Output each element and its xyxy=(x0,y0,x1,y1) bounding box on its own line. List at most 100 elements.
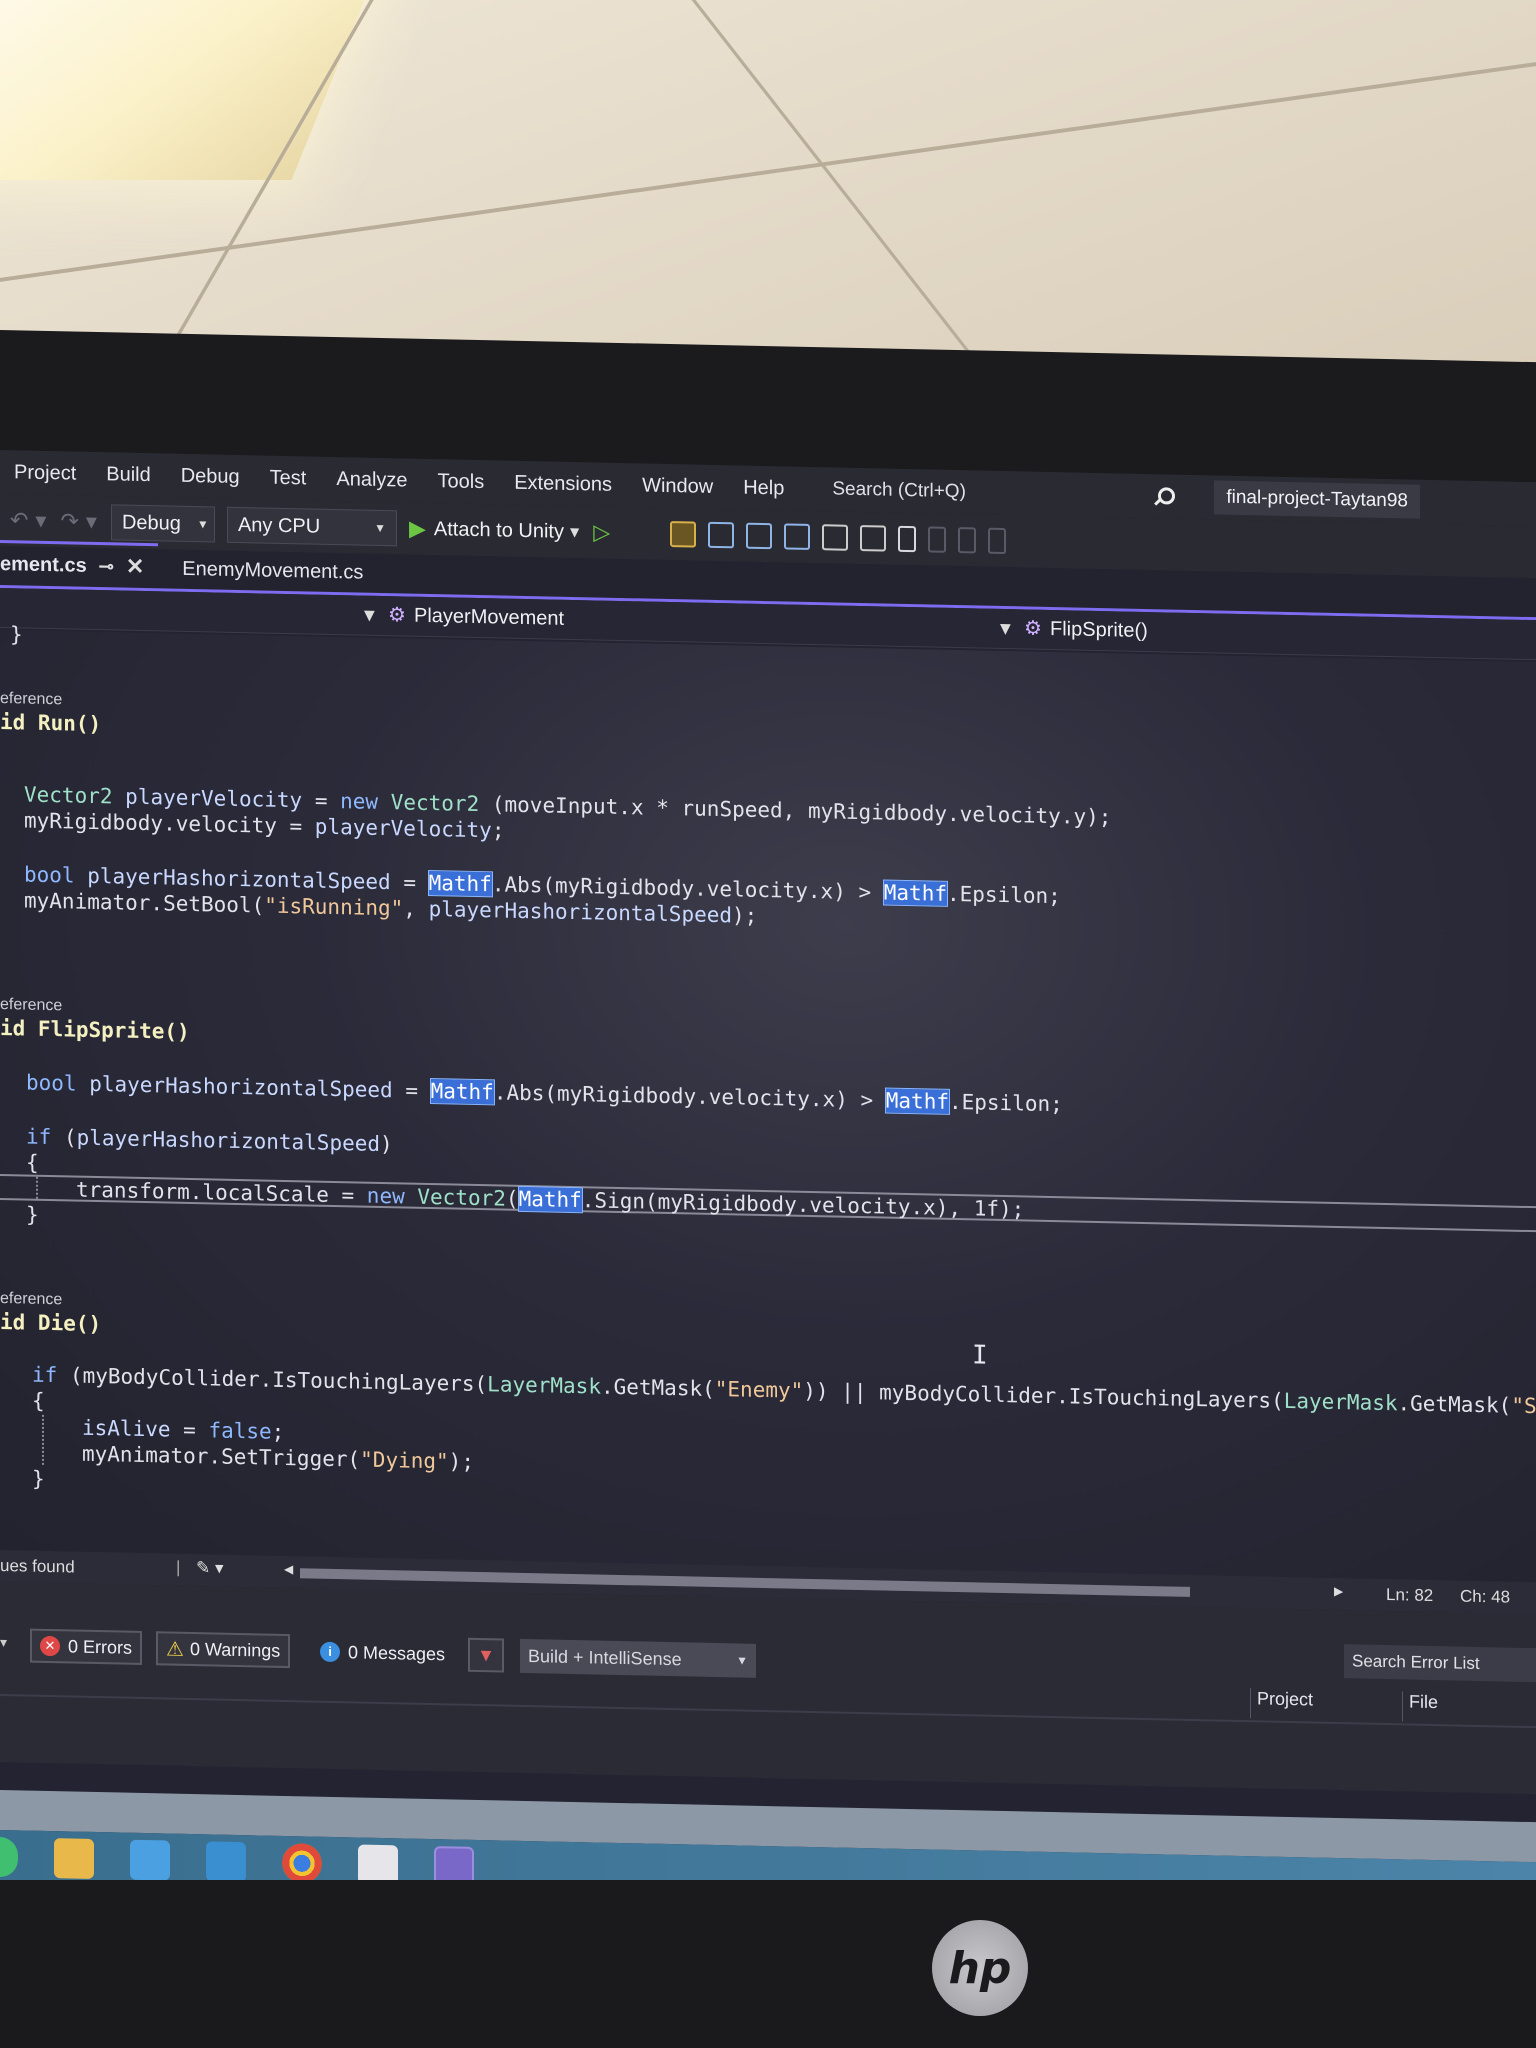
monitor-bezel xyxy=(0,1880,1536,2048)
pin-icon[interactable]: ⊸ xyxy=(99,556,114,577)
menu-analyze[interactable]: Analyze xyxy=(336,468,407,492)
tab-label: ement.cs xyxy=(0,552,87,577)
menu-tools[interactable]: Tools xyxy=(438,470,485,494)
bookmark-prev-icon[interactable] xyxy=(928,526,947,553)
tab-enemymovement[interactable]: EnemyMovement.cs xyxy=(182,558,377,593)
configuration-value: Debug xyxy=(121,511,181,535)
chevron-down-icon: ▼ xyxy=(736,1653,748,1668)
chevron-down-icon[interactable]: ▼ xyxy=(1000,621,1011,637)
menu-build[interactable]: Build xyxy=(106,463,150,487)
start-icon[interactable] xyxy=(0,1837,18,1878)
search-icon[interactable] xyxy=(1152,485,1174,507)
code-editor[interactable]: } eference id Run() Vector2 playerVeloci… xyxy=(0,622,1536,1583)
filter-icon: ▼ xyxy=(477,1644,495,1665)
code-line: } xyxy=(32,1466,45,1491)
file-explorer-icon[interactable] xyxy=(54,1838,94,1879)
configuration-select[interactable]: Debug ▼ xyxy=(110,504,215,543)
folder-icon[interactable] xyxy=(670,521,697,548)
scroll-right-icon[interactable]: ▶ xyxy=(1334,1584,1343,1598)
scroll-left-icon[interactable]: ◀ xyxy=(284,1562,293,1576)
codelens-references[interactable]: eference xyxy=(0,996,62,1015)
indent-guide xyxy=(36,1176,38,1199)
chevron-down-icon[interactable]: ▾ xyxy=(0,1634,7,1651)
info-icon: i xyxy=(320,1641,340,1663)
hp-logo: hp xyxy=(932,1920,1028,2016)
errors-filter-button[interactable]: ✕ 0 Errors xyxy=(30,1628,143,1665)
chrome-icon[interactable] xyxy=(282,1842,322,1884)
search-error-list-input[interactable]: Search Error List xyxy=(1344,1644,1536,1683)
attach-to-unity-button[interactable]: Attach to Unity xyxy=(434,518,564,544)
filter-button[interactable]: ▼ xyxy=(468,1637,504,1673)
errors-count: 0 Errors xyxy=(68,1635,133,1658)
indent-guide xyxy=(42,1414,44,1465)
method-icon: ⚙ xyxy=(1024,615,1042,640)
monitor: Project Build Debug Test Analyze Tools E… xyxy=(0,330,1536,2048)
hierarchy-icon[interactable] xyxy=(784,523,811,550)
menu-window[interactable]: Window xyxy=(642,474,713,498)
separator: | xyxy=(176,1557,181,1577)
undo-icon[interactable]: ↶ ▾ xyxy=(10,508,46,534)
text-cursor-icon: I xyxy=(972,1340,988,1371)
ceiling-tile-line xyxy=(691,0,993,380)
method-signature-flipsprite: id FlipSprite() xyxy=(0,1016,190,1044)
codelens-references[interactable]: eference xyxy=(0,1290,62,1309)
menu-debug[interactable]: Debug xyxy=(181,464,240,488)
column-number: Ch: 48 xyxy=(1460,1586,1511,1607)
bookmark-next-icon[interactable] xyxy=(958,527,977,554)
play-icon[interactable]: ▶ xyxy=(409,516,426,541)
store-icon[interactable] xyxy=(130,1839,170,1881)
build-intellisense-select[interactable]: Build + IntelliSense ▼ xyxy=(520,1638,756,1678)
messages-count: 0 Messages xyxy=(348,1641,446,1664)
code-line: bool playerHashorizontalSpeed = Mathf.Ab… xyxy=(26,1070,1063,1117)
menu-extensions[interactable]: Extensions xyxy=(514,471,612,496)
code-line: if (playerHashorizontalSpeed) xyxy=(26,1124,393,1157)
menu-help[interactable]: Help xyxy=(743,476,784,500)
search-input[interactable]: Search (Ctrl+Q) xyxy=(832,478,1152,507)
comment-icon[interactable] xyxy=(822,524,849,551)
step-icon[interactable] xyxy=(746,522,773,550)
member-dropdown[interactable]: FlipSprite() xyxy=(1050,618,1148,643)
code-line: { xyxy=(26,1150,39,1175)
close-icon[interactable]: ✕ xyxy=(126,554,144,580)
warnings-filter-button[interactable]: ⚠ 0 Warnings xyxy=(156,1631,291,1669)
code-line: transform.localScale = new Vector2(Mathf… xyxy=(76,1177,1025,1222)
code-line: } xyxy=(10,622,23,647)
build-filter-value: Build + IntelliSense xyxy=(528,1645,682,1669)
line-number: Ln: 82 xyxy=(1386,1585,1434,1606)
screen: Project Build Debug Test Analyze Tools E… xyxy=(0,450,1536,1913)
warnings-count: 0 Warnings xyxy=(189,1638,281,1661)
method-signature-die: id Die() xyxy=(0,1310,102,1337)
platform-select[interactable]: Any CPU ▼ xyxy=(226,506,397,547)
chevron-down-icon: ▼ xyxy=(374,520,386,536)
method-signature-run: id Run() xyxy=(0,710,102,737)
redo-icon[interactable]: ↷ ▾ xyxy=(60,509,96,535)
platform-value: Any CPU xyxy=(237,513,321,538)
code-line: } xyxy=(26,1202,39,1227)
codelens-references[interactable]: eference xyxy=(0,690,62,709)
bookmark-clear-icon[interactable] xyxy=(988,527,1007,555)
column-header-project[interactable]: Project xyxy=(1250,1688,1314,1720)
code-line: isAlive = false; xyxy=(82,1415,285,1444)
chevron-down-icon[interactable]: ▼ xyxy=(570,525,579,539)
menu-test[interactable]: Test xyxy=(270,466,307,490)
brush-icon[interactable]: ✎ ▾ xyxy=(196,1558,224,1579)
class-dropdown[interactable]: PlayerMovement xyxy=(414,605,564,631)
start-without-debugging-icon[interactable]: ▷ xyxy=(593,520,610,545)
warning-icon: ⚠ xyxy=(166,1637,184,1661)
project-name: final-project-Taytan98 xyxy=(1214,480,1420,519)
window-icon[interactable] xyxy=(708,521,735,549)
tab-label: EnemyMovement.cs xyxy=(182,557,364,584)
mail-icon[interactable] xyxy=(206,1841,246,1883)
messages-filter-button[interactable]: i 0 Messages xyxy=(310,1634,455,1671)
ceiling-light xyxy=(0,0,389,180)
tab-playermovement[interactable]: ement.cs ⊸ ✕ xyxy=(0,540,159,589)
bookmark-icon[interactable] xyxy=(898,525,917,553)
menu-project[interactable]: Project xyxy=(14,461,76,485)
code-line: if (myBodyCollider.IsTouchingLayers(Laye… xyxy=(32,1362,1536,1420)
issues-status[interactable]: ues found xyxy=(0,1556,75,1578)
chevron-down-icon[interactable]: ▼ xyxy=(364,608,375,624)
uncomment-icon[interactable] xyxy=(860,525,887,552)
error-list-panel: ▾ ✕ 0 Errors ⚠ 0 Warnings i 0 Messages ▼… xyxy=(0,1582,1536,1795)
column-header-file[interactable]: File xyxy=(1402,1691,1439,1723)
code-line: myAnimator.SetTrigger("Dying"); xyxy=(82,1441,474,1474)
